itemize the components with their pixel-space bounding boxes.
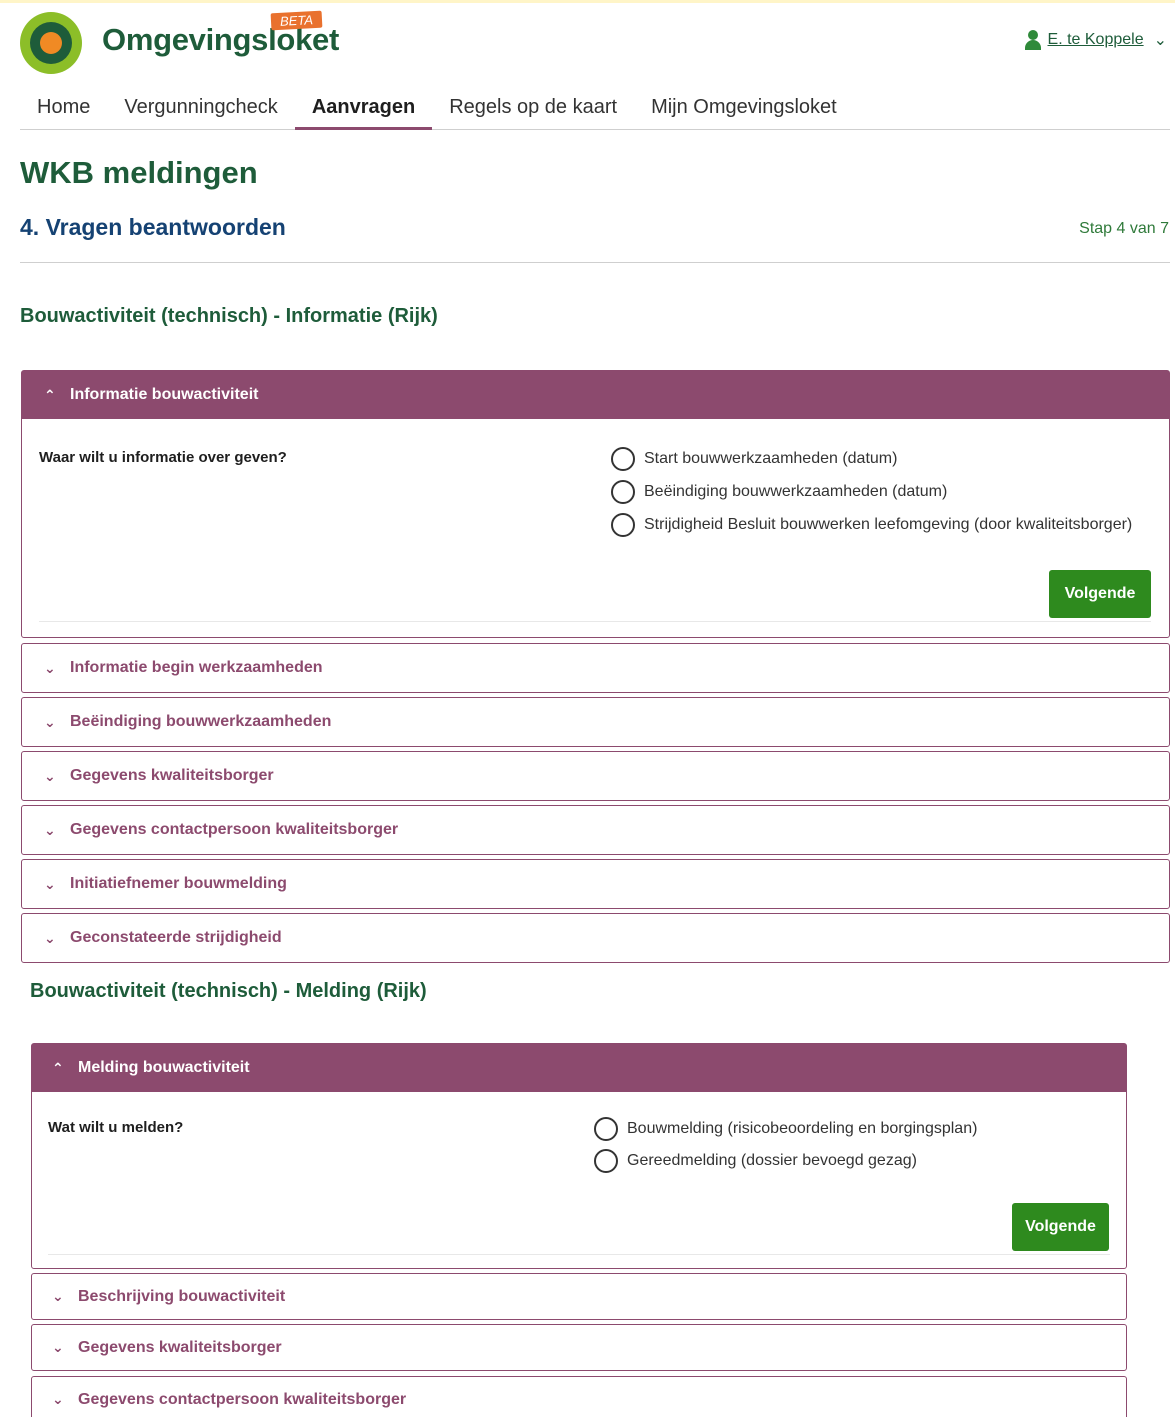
panel-label: Informatie begin werkzaamheden [70,659,323,676]
divider [20,262,1170,263]
nav-tab-vergunningcheck[interactable]: Vergunningcheck [107,86,294,130]
chevron-down-icon: ⌄ [44,659,56,676]
radio-label[interactable]: Start bouwwerkzaamheden (datum) [644,450,897,468]
radio-button[interactable] [611,513,635,537]
panel-gegevens-contactpersoon-kwaliteitsborger-2[interactable]: ⌄ Gegevens contactpersoon kwaliteitsborge… [31,1376,1127,1417]
panel-label: Geconstateerde strijdigheid [70,929,282,946]
panel-label: Beschrijving bouwactiviteit [78,1287,286,1305]
panel-header-informatie-bouwactiviteit[interactable]: ⌃ Informatie bouwactiviteit [22,371,1169,419]
chevron-down-icon: ⌄ [44,767,56,784]
panel-divider [39,621,1151,622]
radio-option[interactable]: Start bouwwerkzaamheden (datum) [611,447,897,471]
beta-badge: BETA [270,10,323,31]
section-title-melding: Bouwactiviteit (technisch) - Melding (Ri… [30,980,427,1002]
nav-tab-home[interactable]: Home [20,86,107,130]
chevron-down-icon: ⌄ [44,821,56,838]
step-indicator: Stap 4 van 7 [1079,220,1169,237]
next-button[interactable]: Volgende [1012,1203,1109,1251]
radio-label[interactable]: Beëindiging bouwwerkzaamheden (datum) [644,483,947,501]
panel-label: Gegevens contactpersoon kwaliteitsborger [70,821,399,838]
panel-label: Gegevens contactpersoon kwaliteitsborger [78,1390,407,1408]
panel-gegevens-contactpersoon-kwaliteitsborger[interactable]: ⌄ Gegevens contactpersoon kwaliteitsborge… [21,805,1170,855]
radio-option[interactable]: Beëindiging bouwwerkzaamheden (datum) [611,480,947,504]
section-title-informatie: Bouwactiviteit (technisch) - Informatie … [20,305,438,327]
radio-option[interactable]: Strijdigheid Besluit bouwwerken leefomge… [611,513,1132,537]
panel-geconstateerde-strijdigheid[interactable]: ⌄ Geconstateerde strijdigheid [21,913,1170,963]
user-menu[interactable]: E. te Koppele ⌄ [1024,30,1167,50]
question-label: Wat wilt u melden? [48,1119,184,1136]
chevron-down-icon: ⌄ [44,929,56,946]
panel-melding-bouwactiviteit: ⌃ Melding bouwactiviteit Wat wilt u meld… [31,1043,1127,1269]
panel-header-label: Melding bouwactiviteit [78,1059,250,1076]
radio-button[interactable] [594,1117,618,1141]
panel-label: Gegevens kwaliteitsborger [70,767,274,784]
chevron-up-icon: ⌃ [44,386,56,403]
chevron-up-icon: ⌃ [52,1059,64,1076]
panel-divider [48,1254,1110,1255]
panel-gegevens-kwaliteitsborger[interactable]: ⌄ Gegevens kwaliteitsborger [21,751,1170,801]
top-accent-line [0,0,1175,3]
chevron-down-icon: ⌄ [52,1391,64,1407]
radio-option[interactable]: Gereedmelding (dossier bevoegd gezag) [594,1149,917,1173]
nav-tab-aanvragen[interactable]: Aanvragen [294,86,433,130]
chevron-down-icon: ⌄ [44,713,56,730]
page-subtitle: 4. Vragen beantwoorden [20,214,286,240]
chevron-down-icon: ⌄ [52,1288,64,1304]
radio-label[interactable]: Strijdigheid Besluit bouwwerken leefomge… [644,516,1132,534]
chevron-down-icon: ⌄ [44,875,56,892]
logo-core [40,32,62,54]
omgevingsloket-logo[interactable] [20,12,82,74]
user-name-link[interactable]: E. te Koppele [1048,31,1144,49]
panel-initiatiefnemer-bouwmelding[interactable]: ⌄ Initiatiefnemer bouwmelding [21,859,1170,909]
panel-header-label: Informatie bouwactiviteit [70,386,259,403]
chevron-down-icon[interactable]: ⌄ [1154,30,1167,50]
next-button[interactable]: Volgende [1049,570,1151,618]
nav-tab-regels-op-de-kaart[interactable]: Regels op de kaart [432,86,634,130]
panel-beeindiging-bouwwerkzaamheden[interactable]: ⌄ Beëindiging bouwwerkzaamheden [21,697,1170,747]
panel-label: Gegevens kwaliteitsborger [78,1338,282,1356]
panel-gegevens-kwaliteitsborger-2[interactable]: ⌄ Gegevens kwaliteitsborger [31,1324,1127,1371]
radio-button[interactable] [611,480,635,504]
radio-option[interactable]: Bouwmelding (risicobeoordeling en borgin… [594,1117,977,1141]
panel-header-melding-bouwactiviteit[interactable]: ⌃ Melding bouwactiviteit [32,1044,1126,1092]
panel-label: Beëindiging bouwwerkzaamheden [70,713,332,730]
radio-button[interactable] [611,447,635,471]
radio-label[interactable]: Gereedmelding (dossier bevoegd gezag) [627,1152,917,1170]
question-label: Waar wilt u informatie over geven? [39,449,287,466]
person-icon [1024,30,1042,50]
radio-button[interactable] [594,1149,618,1173]
chevron-down-icon: ⌄ [52,1339,64,1355]
page-title: WKB meldingen [20,155,258,190]
radio-label[interactable]: Bouwmelding (risicobeoordeling en borgin… [627,1120,977,1138]
panel-label: Initiatiefnemer bouwmelding [70,875,287,892]
panel-beschrijving-bouwactiviteit[interactable]: ⌄ Beschrijving bouwactiviteit [31,1273,1127,1320]
panel-informatie-bouwactiviteit: ⌃ Informatie bouwactiviteit Waar wilt u … [21,370,1170,638]
panel-informatie-begin-werkzaamheden[interactable]: ⌄ Informatie begin werkzaamheden [21,643,1170,693]
nav-tab-mijn-omgevingsloket[interactable]: Mijn Omgevingsloket [634,86,854,130]
main-navigation: Home Vergunningcheck Aanvragen Regels op… [20,86,1170,130]
